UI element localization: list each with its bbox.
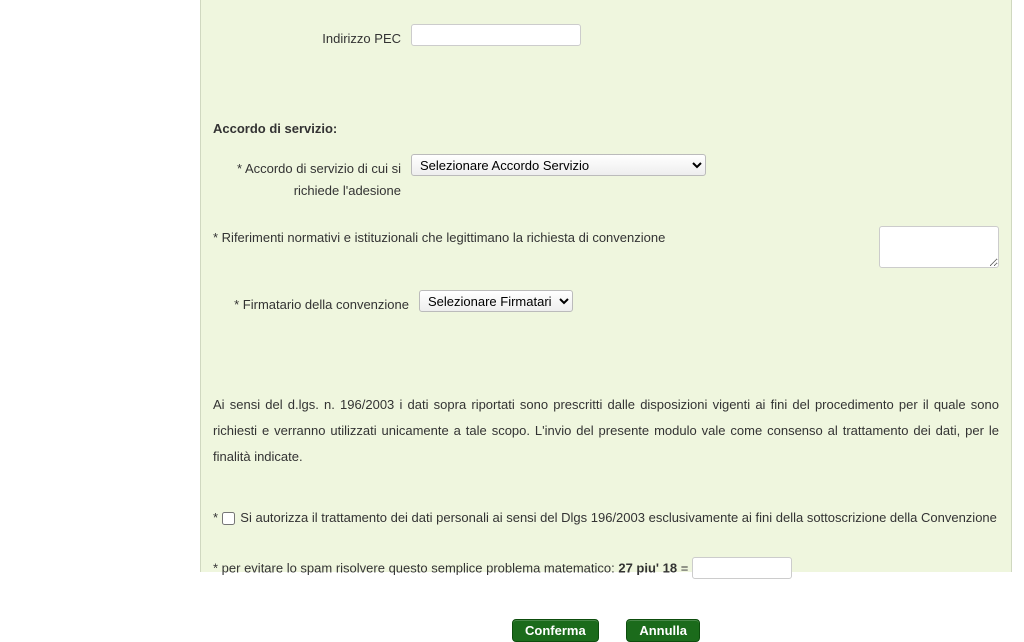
form-panel: Indirizzo PEC Accordo di servizio: * Acc… <box>200 0 1012 572</box>
privacy-notice: Ai sensi del d.lgs. n. 196/2003 i dati s… <box>213 392 999 470</box>
captcha-question: 27 piu' 18 <box>618 561 677 576</box>
checkbox-prefix: * <box>213 510 222 525</box>
captcha-prefix: * per evitare lo spam risolvere questo s… <box>213 561 618 576</box>
riferimenti-label: * Riferimenti normativi e istituzionali … <box>213 226 665 245</box>
accordo-label: * Accordo di servizio di cui si richiede… <box>211 154 411 202</box>
firmatario-label: * Firmatario della convenzione <box>211 290 419 316</box>
confirm-button[interactable]: Conferma <box>512 619 599 642</box>
accordo-select[interactable]: Selezionare Accordo Servizio <box>411 154 706 176</box>
accordo-section-title: Accordo di servizio: <box>213 121 1001 136</box>
captcha-input[interactable] <box>692 557 792 579</box>
firmatario-select[interactable]: Selezionare Firmatario <box>419 290 573 312</box>
privacy-checkbox-label: Si autorizza il trattamento dei dati per… <box>240 510 997 525</box>
captcha-equals: = <box>677 561 692 576</box>
cancel-button[interactable]: Annulla <box>626 619 700 642</box>
pec-input[interactable] <box>411 24 581 46</box>
pec-label: Indirizzo PEC <box>211 24 411 50</box>
riferimenti-textarea[interactable] <box>879 226 999 268</box>
privacy-checkbox[interactable] <box>222 512 235 525</box>
